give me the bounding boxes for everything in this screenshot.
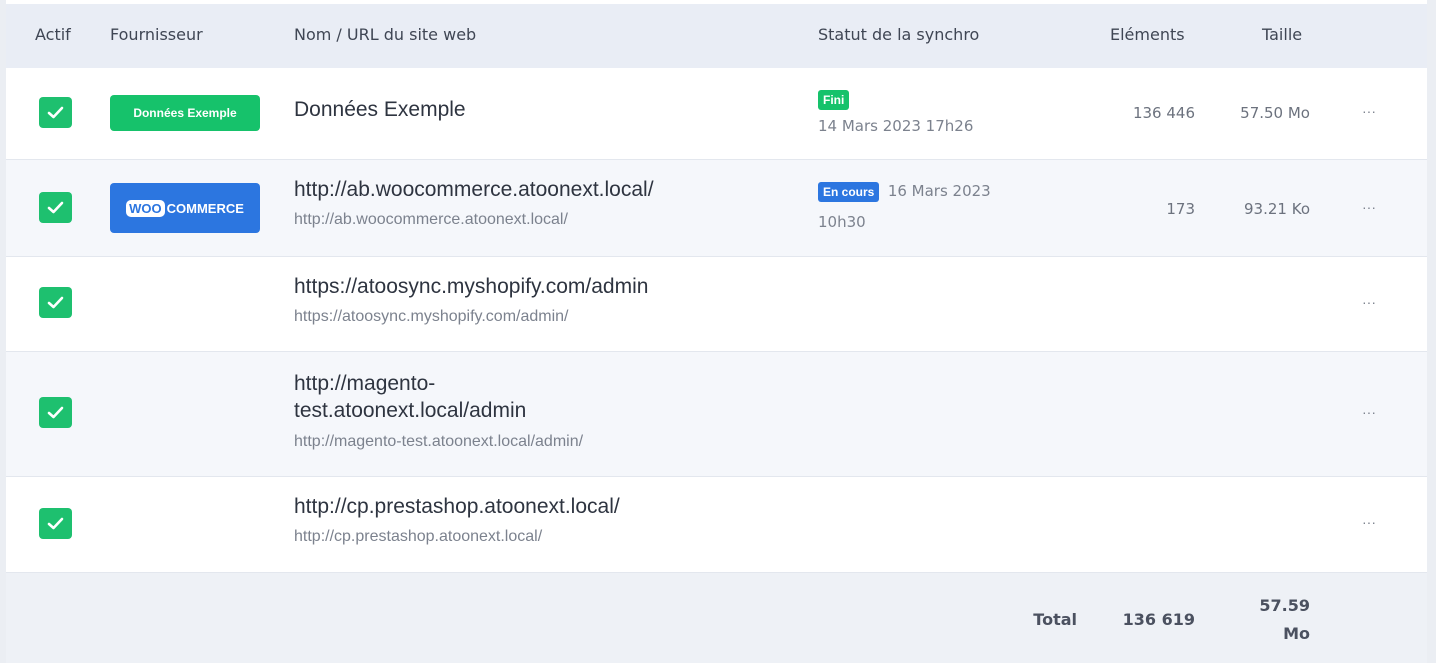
table-row[interactable]: http://cp.prestashop.atoonext.local/ htt…	[6, 477, 1427, 573]
sync-date: 14 Mars 2023 17h26	[818, 117, 974, 135]
site-name-line-2: test.atoonext.local/admin	[294, 399, 527, 422]
table-row[interactable]: http://magento- test.atoonext.local/admi…	[6, 352, 1427, 477]
provider-badge: Données Exemple	[110, 95, 260, 131]
status-badge: En cours	[818, 182, 880, 202]
sync-status: En cours 16 Mars 2023	[818, 182, 991, 202]
row-menu-button[interactable]: ···	[1362, 514, 1376, 530]
check-icon	[47, 106, 64, 119]
status-badge: Fini	[818, 90, 850, 110]
table-row[interactable]: https://atoosync.myshopify.com/admin htt…	[6, 257, 1427, 352]
woocommerce-logo-text: COMMERCE	[166, 200, 244, 216]
size-value: 93.21 Ko	[1244, 200, 1310, 218]
site-url[interactable]: http://cp.prestashop.atoonext.local/	[294, 528, 542, 546]
total-size: 57.59	[1259, 596, 1310, 615]
site-name-line-1: http://magento-	[294, 372, 436, 395]
active-checkbox[interactable]	[39, 508, 72, 539]
site-url[interactable]: https://atoosync.myshopify.com/admin/	[294, 308, 568, 326]
col-fournisseur[interactable]: Fournisseur	[110, 25, 203, 44]
woocommerce-logo: WOO	[126, 199, 165, 217]
col-elements[interactable]: Eléments	[1110, 25, 1185, 44]
site-url[interactable]: http://magento-test.atoonext.local/admin…	[294, 433, 583, 451]
sync-date: 16 Mars 2023	[887, 182, 991, 200]
active-checkbox[interactable]	[39, 397, 72, 428]
providers-table: Actif Fournisseur Nom / URL du site web …	[6, 0, 1427, 663]
col-taille[interactable]: Taille	[1262, 25, 1302, 44]
elements-count: 173	[1166, 200, 1195, 218]
elements-count: 136 446	[1132, 104, 1195, 122]
check-icon	[47, 296, 64, 309]
row-menu-button[interactable]: ···	[1362, 404, 1376, 420]
more-horizontal-icon: ···	[1362, 514, 1376, 530]
site-name: https://atoosync.myshopify.com/admin	[294, 275, 649, 298]
active-checkbox[interactable]	[39, 97, 72, 128]
size-value: 57.50 Mo	[1240, 104, 1310, 122]
more-horizontal-icon: ···	[1362, 404, 1376, 420]
more-horizontal-icon: ···	[1362, 199, 1376, 215]
total-size-unit: Mo	[1283, 624, 1310, 643]
check-icon	[47, 201, 64, 214]
site-name: http://cp.prestashop.atoonext.local/	[294, 495, 620, 518]
row-menu-button[interactable]: ···	[1362, 294, 1376, 310]
site-name: Données Exemple	[294, 98, 466, 121]
row-menu-button[interactable]: ···	[1362, 103, 1376, 119]
more-horizontal-icon: ···	[1362, 103, 1376, 119]
active-checkbox[interactable]	[39, 287, 72, 318]
more-horizontal-icon: ···	[1362, 294, 1376, 310]
col-nom[interactable]: Nom / URL du site web	[294, 25, 476, 44]
row-menu-button[interactable]: ···	[1362, 199, 1376, 215]
site-name: http://ab.woocommerce.atoonext.local/	[294, 178, 654, 201]
active-checkbox[interactable]	[39, 192, 72, 223]
table-row[interactable]: WOO COMMERCE http://ab.woocommerce.atoon…	[6, 160, 1427, 257]
col-statut[interactable]: Statut de la synchro	[818, 25, 979, 44]
provider-badge: WOO COMMERCE	[110, 183, 260, 233]
table-row[interactable]: Données Exemple Données Exemple Fini 14 …	[6, 68, 1427, 160]
table-header: Actif Fournisseur Nom / URL du site web …	[6, 4, 1427, 68]
sync-time: 10h30	[818, 213, 866, 231]
check-icon	[47, 406, 64, 419]
col-actif[interactable]: Actif	[35, 25, 71, 44]
total-elements: 136 619	[1122, 610, 1195, 629]
site-url[interactable]: http://ab.woocommerce.atoonext.local/	[294, 211, 568, 229]
sync-status: Fini	[818, 90, 850, 110]
check-icon	[47, 517, 64, 530]
total-label: Total	[1033, 610, 1077, 629]
table-footer: Total 136 619 57.59 Mo	[6, 573, 1427, 663]
